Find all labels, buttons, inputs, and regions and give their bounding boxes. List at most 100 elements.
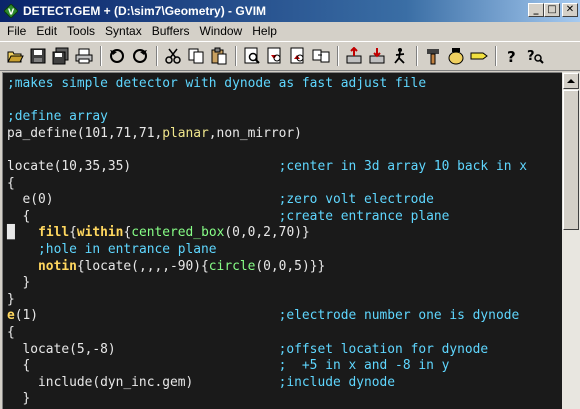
code-token: ,non_mirror): [208, 125, 302, 141]
load-session-icon[interactable]: [343, 45, 365, 67]
code-token: circle: [208, 258, 256, 274]
maximize-button[interactable]: □: [544, 3, 560, 17]
toolbar-separator: [235, 46, 237, 66]
menu-file[interactable]: File: [2, 22, 31, 41]
code-token: centered_box: [131, 225, 225, 241]
scroll-up-button[interactable]: [563, 73, 579, 89]
code-line[interactable]: ;makes simple detector with dynode as fa…: [7, 76, 527, 93]
code-token: ;electrode number one is dynode: [278, 308, 520, 324]
redo-icon[interactable]: [129, 45, 151, 67]
code-line[interactable]: locate(10,35,35) ;center in 3d array 10 …: [7, 159, 527, 176]
code-token: {: [69, 225, 77, 241]
code-token: locate(10,35,35): [7, 158, 279, 174]
code-token: ;center in 3d array 10 back in x: [278, 158, 527, 174]
menu-help[interactable]: Help: [247, 22, 282, 41]
close-button[interactable]: ✕: [562, 3, 578, 17]
menu-window[interactable]: Window: [195, 22, 248, 41]
toolbar-separator: [156, 46, 158, 66]
gvim-app-icon[interactable]: V: [3, 3, 19, 19]
save-all-icon[interactable]: [50, 45, 72, 67]
code-line[interactable]: }: [7, 292, 527, 309]
help-icon[interactable]: ?: [501, 45, 523, 67]
code-token: ;include dynode: [278, 374, 396, 390]
code-token: (0,0,2,70)}: [224, 225, 310, 241]
code-line[interactable]: pa_define(101,71,71,planar,non_mirror): [7, 126, 527, 143]
code-line[interactable]: [7, 142, 527, 159]
code-line[interactable]: █ fill{within{centered_box(0,0,2,70)}: [7, 225, 527, 242]
code-token: }: [7, 291, 15, 307]
window-title: DETECT.GEM + (D:\sim7\Geometry) - GVIM: [23, 4, 267, 18]
make-icon[interactable]: [422, 45, 444, 67]
code-line[interactable]: }: [7, 391, 527, 408]
toolbar-separator: [495, 46, 497, 66]
code-token: pa_define(101,71,71,: [7, 125, 163, 141]
code-token: ;hole in entrance plane: [38, 241, 217, 257]
code-token: {: [7, 208, 279, 224]
code-line[interactable]: { ;create entrance plane: [7, 209, 527, 226]
print-icon[interactable]: [73, 45, 95, 67]
run-script-icon[interactable]: [389, 45, 411, 67]
toolbar-separator: [416, 46, 418, 66]
copy-icon[interactable]: [185, 45, 207, 67]
code-token: {locate(,,,,-90){: [76, 258, 209, 274]
code-token: ; +5 in x and -8 in y: [278, 358, 450, 374]
paste-icon[interactable]: [208, 45, 230, 67]
find-prev-icon[interactable]: [287, 45, 309, 67]
code-token: e(0): [7, 192, 279, 208]
menu-buffers[interactable]: Buffers: [147, 22, 195, 41]
code-line[interactable]: { ; +5 in x and -8 in y: [7, 358, 527, 375]
code-line[interactable]: }: [7, 275, 527, 292]
code-token: notin: [38, 258, 77, 274]
save-session-icon[interactable]: [366, 45, 388, 67]
code-token: {: [7, 324, 15, 340]
code-token: ;define array: [7, 109, 108, 125]
code-line[interactable]: include(dyn_inc.gem) ;include dynode: [7, 375, 527, 392]
code-token: (0,0,5)}}: [255, 258, 326, 274]
toolbar: ? ?: [0, 41, 580, 71]
open-icon[interactable]: [4, 45, 26, 67]
save-icon[interactable]: [27, 45, 49, 67]
code-line[interactable]: e(0) ;zero volt electrode: [7, 192, 527, 209]
code-token: ;makes simple detector with dynode as fa…: [7, 76, 427, 91]
find-next-icon[interactable]: [264, 45, 286, 67]
arrow-up-icon: [567, 79, 575, 83]
scrollbar-thumb[interactable]: [563, 90, 579, 230]
code-token: }: [7, 391, 31, 407]
code-line[interactable]: notin{locate(,,,,-90){circle(0,0,5)}}: [7, 259, 527, 276]
cut-icon[interactable]: [162, 45, 184, 67]
toolbar-separator: [337, 46, 339, 66]
code-line[interactable]: e(1) ;electrode number one is dynode: [7, 308, 527, 325]
window-controls: _ □ ✕: [528, 3, 578, 17]
minimize-button[interactable]: _: [528, 3, 544, 17]
find-help-icon[interactable]: ?: [524, 45, 546, 67]
shell-icon[interactable]: [445, 45, 467, 67]
menu-tools[interactable]: Tools: [62, 22, 100, 41]
tag-icon[interactable]: [468, 45, 490, 67]
code-line[interactable]: locate(5,-8) ;offset location for dynode: [7, 342, 527, 359]
code-line[interactable]: {: [7, 176, 527, 193]
code-token: fill: [38, 225, 70, 241]
menu-edit[interactable]: Edit: [31, 22, 62, 41]
undo-icon[interactable]: [106, 45, 128, 67]
toolbar-separator: [100, 46, 102, 66]
vertical-scrollbar[interactable]: [562, 72, 580, 409]
code-line[interactable]: [7, 93, 527, 110]
svg-text:?: ?: [527, 49, 535, 64]
find-icon[interactable]: [241, 45, 263, 67]
replace-icon[interactable]: [310, 45, 332, 67]
code-token: {: [7, 175, 15, 191]
menu-bar: File Edit Tools Syntax Buffers Window He…: [0, 22, 580, 41]
code-area[interactable]: ;makes simple detector with dynode as fa…: [7, 76, 527, 408]
code-line[interactable]: ;hole in entrance plane: [7, 242, 527, 259]
text-cursor: █: [7, 225, 15, 241]
code-line[interactable]: ;define array: [7, 109, 527, 126]
text-editor[interactable]: ;makes simple detector with dynode as fa…: [2, 72, 562, 409]
code-token: ;zero volt electrode: [278, 192, 434, 208]
code-token: {: [7, 358, 279, 374]
code-token: ;create entrance plane: [278, 208, 450, 224]
code-token: e: [7, 308, 15, 324]
menu-syntax[interactable]: Syntax: [100, 22, 147, 41]
code-line[interactable]: {: [7, 325, 527, 342]
